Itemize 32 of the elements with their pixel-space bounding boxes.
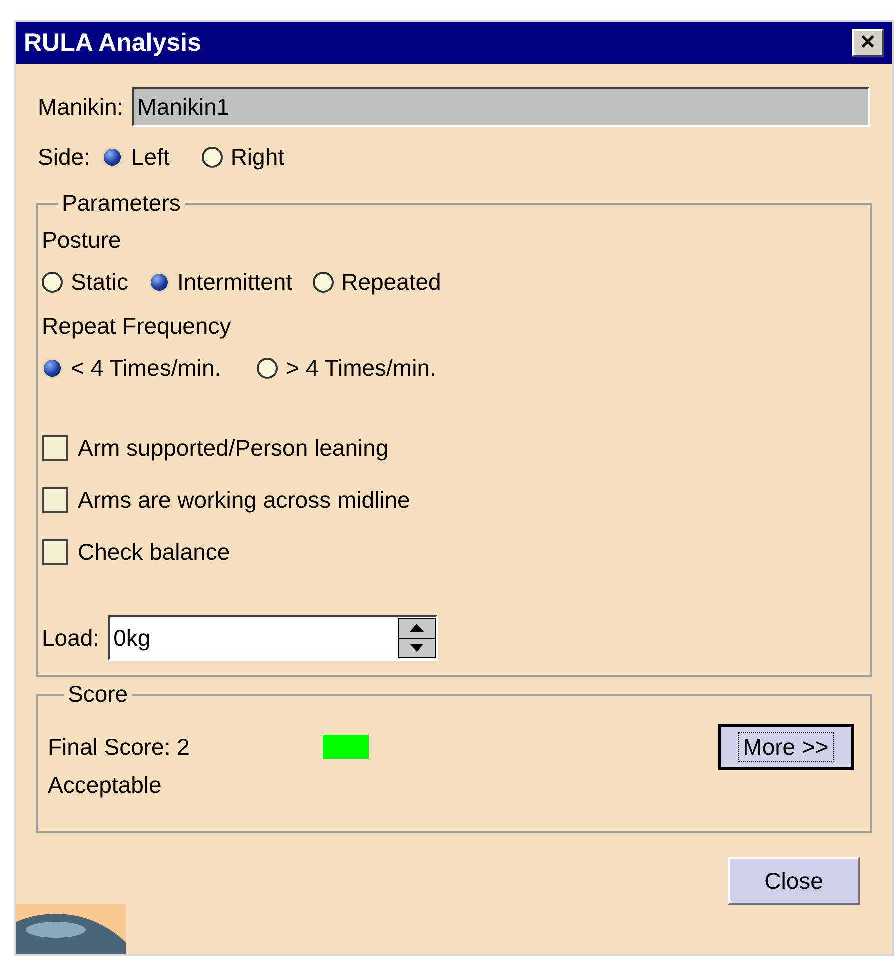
radio-empty-icon	[42, 272, 63, 292]
radio-selected-icon	[102, 146, 124, 168]
group-title: Score	[67, 683, 130, 706]
close-dialog-button[interactable]: Close	[728, 857, 860, 905]
radio-empty-icon	[257, 358, 278, 378]
window-title: RULA Analysis	[24, 28, 202, 58]
close-button[interactable]: ✕	[852, 29, 884, 57]
radio-selected-icon	[148, 272, 170, 292]
radio-option[interactable]: > 4 Times/min.	[257, 353, 436, 383]
radio-option[interactable]: Repeated	[312, 267, 442, 297]
radio-option[interactable]: Right	[202, 142, 285, 172]
manikin-label: Manikin:	[38, 93, 124, 122]
radio-selected-icon	[42, 358, 63, 378]
radio-empty-icon	[202, 146, 223, 168]
load-spinner[interactable]: 0kg	[108, 615, 438, 661]
manikin-field: Manikin1	[132, 87, 870, 127]
radio-empty-icon	[312, 272, 334, 292]
load-label: Load:	[42, 624, 100, 653]
checkbox-option[interactable]: Check balance	[42, 537, 866, 567]
side-label: Side:	[38, 143, 90, 172]
score-verdict: Acceptable	[48, 771, 163, 800]
radio-option[interactable]: Static	[42, 267, 129, 297]
radio-option[interactable]: Left	[102, 142, 170, 172]
final-score: Final Score: 2	[48, 733, 191, 762]
posture-label: Posture	[42, 226, 122, 255]
checkbox-option[interactable]: Arm supported/Person leaning	[42, 433, 866, 463]
radio-option[interactable]: Intermittent	[148, 267, 293, 297]
checkbox-option[interactable]: Arms are working across midline	[42, 485, 866, 515]
more-button[interactable]: More >>	[718, 724, 854, 770]
group-title: Parameters	[61, 192, 182, 215]
radio-option[interactable]: < 4 Times/min.	[42, 353, 222, 383]
frequency-label: Repeat Frequency	[42, 312, 232, 341]
